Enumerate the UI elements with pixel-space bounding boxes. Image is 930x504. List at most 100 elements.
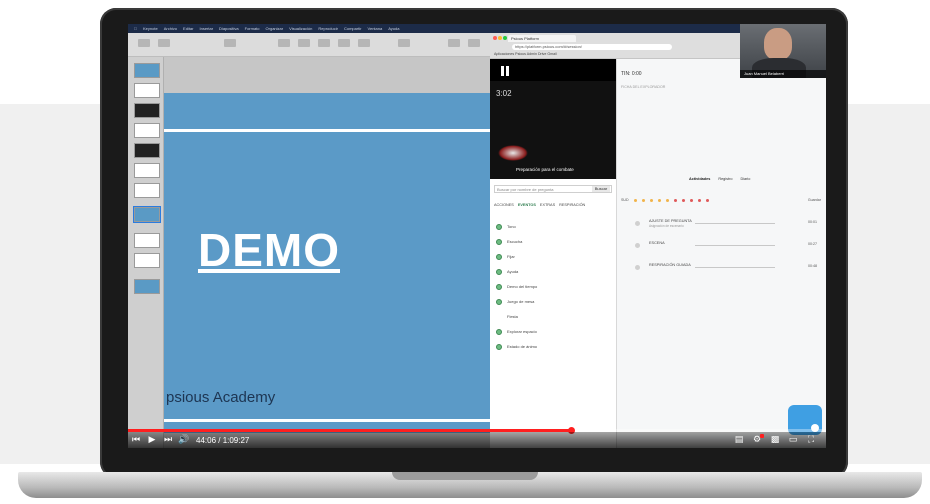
play-icon[interactable]: ▶ [144, 432, 160, 448]
browser-tab[interactable]: Psious Platform [508, 35, 576, 42]
menu-item[interactable]: Keynote [143, 26, 158, 31]
insert-button[interactable] [224, 39, 236, 47]
theater-mode-icon[interactable]: ▭ [786, 432, 800, 448]
bookmarks-bar[interactable]: Aplicaciones Psious Admin Drive Gmail [494, 52, 557, 56]
menu-item[interactable]: Archivo [164, 26, 177, 31]
slide[interactable]: DEMO psious Academy [164, 93, 490, 433]
tab-events[interactable]: EVENTOS [518, 203, 536, 207]
check-icon [496, 343, 502, 350]
slide-thumbnail[interactable] [134, 233, 160, 248]
tab-activities[interactable]: Actividades [689, 177, 710, 181]
stage:  Keynote Archivo Editar Insertar Diapos… [0, 0, 930, 504]
menu-item[interactable]: Insertar [199, 26, 213, 31]
sud-option[interactable] [697, 198, 701, 202]
slide-thumbnail-selected[interactable] [133, 206, 161, 223]
slide-navigator [128, 57, 164, 448]
timeline-label: ESCENA [649, 241, 665, 245]
slide-thumbnail[interactable] [134, 63, 160, 78]
timeline-dot-icon [635, 265, 640, 270]
view-button[interactable] [138, 39, 150, 47]
next-icon[interactable]: ⏭ [160, 432, 176, 448]
save-sud-button[interactable]: Guardar [808, 198, 821, 202]
sud-option[interactable] [649, 198, 653, 202]
maximize-window-icon[interactable] [503, 36, 507, 40]
tab-breathing[interactable]: RESPIRACIÓN [559, 203, 585, 207]
slide-canvas: DEMO psious Academy [164, 57, 490, 448]
session-panel: TIN: 0:00 FICHA DEL EXPLORADOR Actividad… [616, 59, 826, 448]
vr-video-preview[interactable]: 3:02 Preparación para el combate [490, 59, 616, 179]
tab-extras[interactable]: EXTRAS [540, 203, 555, 207]
timeline-item[interactable]: AJUSTE DE PREGUNTA Asignación de escenar… [635, 219, 821, 241]
sud-option[interactable] [681, 198, 685, 202]
menu-item[interactable]: Visualización [289, 26, 312, 31]
check-icon [496, 268, 502, 275]
menu-item[interactable]: Editar [183, 26, 193, 31]
animate-button[interactable] [468, 39, 480, 47]
slide-thumbnail[interactable] [134, 103, 160, 118]
table-button[interactable] [278, 39, 290, 47]
miniplayer-icon[interactable]: ▩ [768, 432, 782, 448]
apple-icon[interactable]:  [134, 26, 137, 31]
volume-icon[interactable]: 🔊 [176, 432, 192, 448]
timeline-item[interactable]: RESPIRACIÓN GUIADA 00:48 [635, 263, 821, 285]
text-button[interactable] [318, 39, 330, 47]
list-item[interactable]: Escucha [496, 234, 616, 249]
tab-actions[interactable]: ACCIONES [494, 203, 514, 207]
address-bar[interactable]: https://platform.psious.com/#/session/ [512, 44, 672, 50]
list-item[interactable]: Estado de ánimo [496, 339, 616, 354]
search-button[interactable]: Buscar [592, 186, 610, 192]
close-window-icon[interactable] [493, 36, 497, 40]
list-item[interactable]: Fiesta [496, 309, 616, 324]
timeline-divider [695, 267, 775, 268]
timeline-dot-icon [635, 243, 640, 248]
menu-item[interactable]: Formato [245, 26, 260, 31]
media-button[interactable] [358, 39, 370, 47]
sud-option[interactable] [633, 198, 637, 202]
zoom-button[interactable] [158, 39, 170, 47]
sud-option[interactable] [673, 198, 677, 202]
minimize-window-icon[interactable] [498, 36, 502, 40]
menu-item[interactable]: Ayuda [388, 26, 399, 31]
previous-icon[interactable]: ⏮ [128, 432, 144, 448]
shape-button[interactable] [338, 39, 350, 47]
menu-item[interactable]: Ventana [368, 26, 383, 31]
sud-option[interactable] [641, 198, 645, 202]
menu-item[interactable]: Organizar [266, 26, 284, 31]
timeline-item[interactable]: ESCENA 00:27 [635, 241, 821, 263]
settings-icon[interactable]: ⚙ [750, 432, 764, 448]
sud-option[interactable] [689, 198, 693, 202]
sud-option[interactable] [657, 198, 661, 202]
slide-thumbnail[interactable] [134, 183, 160, 198]
menu-item[interactable]: Diapositiva [219, 26, 239, 31]
slide-thumbnail[interactable] [134, 143, 160, 158]
slide-thumbnail[interactable] [134, 253, 160, 268]
timeline-dot-icon [635, 221, 640, 226]
slide-thumbnail[interactable] [134, 83, 160, 98]
event-list: Tono Escucha Fijar Ayuda Demo del tiempo… [496, 219, 616, 354]
sud-scale: SUD Guardar [621, 195, 821, 205]
list-item[interactable]: Tono [496, 219, 616, 234]
format-button[interactable] [448, 39, 460, 47]
slide-thumbnail[interactable] [134, 123, 160, 138]
list-item[interactable]: Explorar espacio [496, 324, 616, 339]
chart-button[interactable] [298, 39, 310, 47]
menu-item[interactable]: Reproducir [318, 26, 338, 31]
session-subtitle: FICHA DEL EXPLORADOR [621, 85, 666, 89]
laptop-notch [392, 472, 538, 480]
tab-log[interactable]: Registro [718, 177, 732, 181]
list-item[interactable]: Ayuda [496, 264, 616, 279]
subtitles-icon[interactable]: ▤ [732, 432, 746, 448]
sud-option[interactable] [665, 198, 669, 202]
pause-icon[interactable] [500, 66, 510, 76]
share-button[interactable] [398, 39, 410, 47]
list-item[interactable]: Juego de mesa [496, 294, 616, 309]
tab-diary[interactable]: Diario [740, 177, 750, 181]
slide-thumbnail[interactable] [134, 163, 160, 178]
slide-thumbnail[interactable] [134, 279, 160, 294]
list-item[interactable]: Demo del tiempo [496, 279, 616, 294]
sud-option[interactable] [705, 198, 709, 202]
presentation-app: DEMO psious Academy [128, 33, 490, 448]
menu-item[interactable]: Compartir [344, 26, 362, 31]
fullscreen-icon[interactable]: ⛶ [804, 432, 818, 448]
list-item[interactable]: Fijar [496, 249, 616, 264]
